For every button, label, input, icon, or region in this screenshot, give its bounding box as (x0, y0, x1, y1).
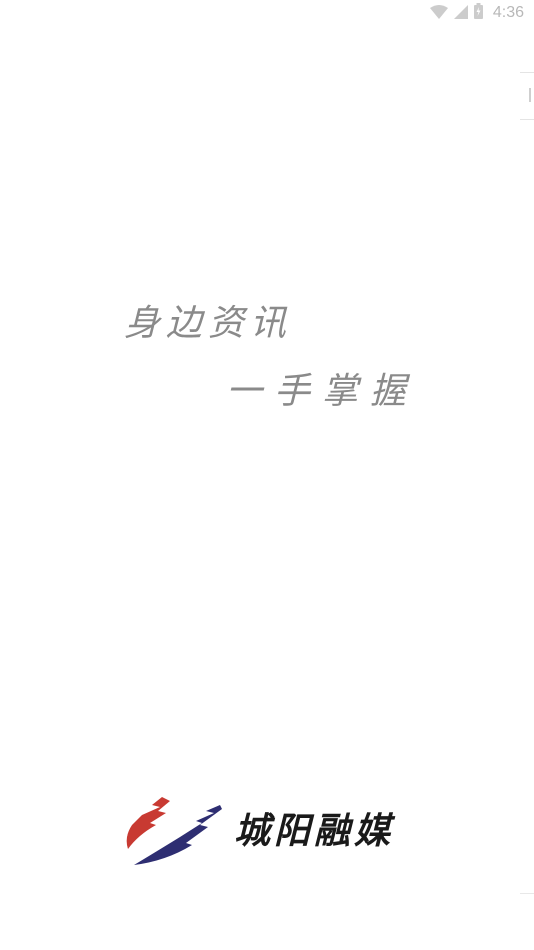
slogan-line-1: 身边资讯 (124, 303, 293, 344)
brand: 城阳融媒 (122, 795, 422, 873)
slogan-line-2: 一手掌握 (226, 371, 419, 412)
brand-name: 城阳融媒 (234, 810, 395, 852)
skip-button[interactable] (520, 72, 534, 120)
wifi-icon (429, 4, 448, 23)
brand-logo-icon (122, 795, 226, 873)
edge-divider (520, 893, 534, 894)
splash-screen: 4:36 身边资讯 一手掌握 城阳融媒 (0, 0, 534, 950)
status-icons: 4:36 (429, 3, 524, 23)
battery-icon (473, 3, 483, 23)
cell-signal-icon (453, 4, 468, 23)
skip-mark (529, 88, 531, 102)
status-time: 4:36 (492, 4, 524, 21)
status-bar: 4:36 (0, 0, 534, 26)
